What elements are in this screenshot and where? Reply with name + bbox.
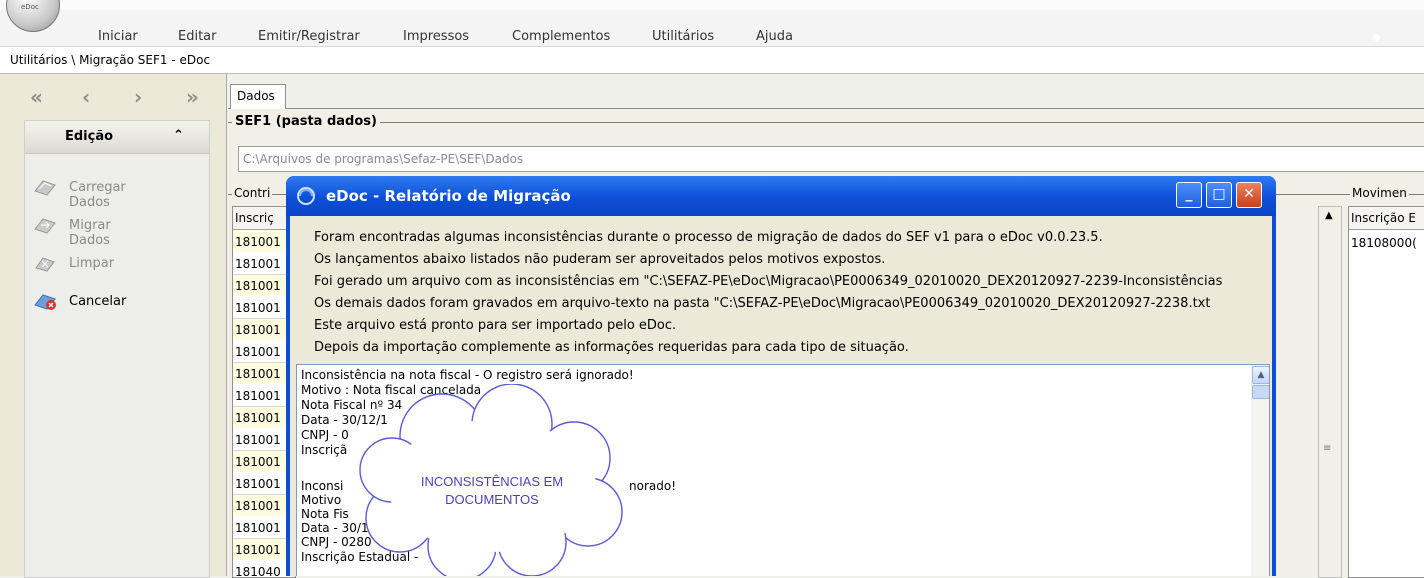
- last-record-icon[interactable]: »: [186, 87, 208, 107]
- clear-icon: [35, 257, 55, 272]
- movimento-grid[interactable]: Inscrição E 18108000(: [1348, 206, 1424, 578]
- table-cell: 181001: [235, 389, 281, 403]
- table-cell: 181001: [235, 543, 281, 557]
- menu-impressos[interactable]: Impressos: [403, 29, 469, 44]
- breadcrumb-bar: Utilitários \ Migração SEF1 - eDoc: [0, 47, 1424, 74]
- menu-emitir-registrar[interactable]: Emitir/Registrar: [258, 29, 360, 44]
- sef-path-input[interactable]: C:\Arquivos de programas\Sefaz-PE\SEF\Da…: [238, 146, 1424, 172]
- edoc-app-icon: [297, 187, 315, 205]
- table-cell: 181001: [235, 301, 281, 315]
- callout-line-2: DOCUMENTOS: [445, 492, 539, 507]
- table-cell: 181001: [235, 235, 281, 249]
- log-line: Inconsi: [301, 479, 344, 493]
- log-line: CNPJ - 0: [301, 428, 349, 442]
- menu-complementos[interactable]: Complementos: [512, 29, 610, 44]
- table-cell: 181040: [235, 565, 281, 578]
- load-data-icon: [34, 180, 56, 196]
- mov-group-legend: Movimen: [1350, 186, 1409, 200]
- status-dot-icon: [1373, 34, 1380, 41]
- menu-utilitarios[interactable]: Utilitários: [652, 29, 714, 44]
- edicao-panel: Edição ⌃ Carregar Dados Migrar Dados Lim…: [24, 120, 210, 578]
- minimize-icon[interactable]: _: [1176, 182, 1202, 208]
- sef-group-border: [228, 122, 1424, 123]
- orb-label: eDoc: [21, 3, 39, 11]
- log-line: Motivo: [301, 493, 342, 507]
- menu-bar: eDoc Iniciar Editar Emitir/Registrar Imp…: [0, 0, 1424, 47]
- message-line: Foi gerado um arquivo com as inconsistên…: [314, 274, 1223, 289]
- app-orb-button[interactable]: eDoc: [6, 0, 60, 32]
- grid-column-header[interactable]: Inscrição E: [1349, 207, 1424, 230]
- table-cell: 181001: [235, 367, 281, 381]
- carregar-dados-label: Carregar Dados: [69, 180, 126, 210]
- table-cell: 181001: [235, 433, 281, 447]
- table-cell: 181001: [235, 345, 281, 359]
- first-record-icon[interactable]: «: [30, 87, 52, 107]
- table-cell: 181001: [235, 257, 281, 271]
- table-cell: 181001: [235, 455, 281, 469]
- table-cell: 181001: [235, 279, 281, 293]
- panel-header[interactable]: Edição ⌃: [25, 121, 209, 154]
- sef-group-legend: SEF1 (pasta dados): [232, 114, 380, 129]
- dialog-title: eDoc - Relatório de Migração: [326, 187, 571, 205]
- panel-title: Edição: [65, 129, 114, 144]
- message-line: Foram encontradas algumas inconsistência…: [314, 230, 1103, 245]
- menu-ajuda[interactable]: Ajuda: [756, 29, 793, 44]
- table-cell: 181001: [235, 521, 281, 535]
- log-line: Inscriçã: [301, 443, 348, 457]
- menu-editar[interactable]: Editar: [178, 29, 217, 44]
- log-line: Inconsistência na nota fiscal - O regist…: [301, 368, 634, 382]
- table-cell[interactable]: 18108000(: [1351, 236, 1417, 250]
- nav-strip: « ‹ › »: [0, 74, 226, 118]
- table-cell: 181001: [235, 499, 281, 513]
- cancelar-label: Cancelar: [69, 294, 127, 309]
- table-cell: 181001: [235, 477, 281, 491]
- scroll-grip-icon[interactable]: ≡: [1323, 443, 1331, 454]
- log-line-fragment: norado!: [629, 479, 677, 493]
- tab-dados[interactable]: Dados: [230, 84, 286, 109]
- grid-column-header-label: Inscrição E: [1351, 211, 1416, 225]
- sidebar: « ‹ › » Edição ⌃ Carregar Dados Migrar D…: [0, 74, 227, 578]
- tab-dados-label: Dados: [237, 89, 275, 103]
- scroll-up-icon[interactable]: ▲: [1252, 366, 1269, 384]
- message-line: Os demais dados foram gravados em arquiv…: [314, 296, 1211, 311]
- log-scrollbar[interactable]: ▲: [1251, 365, 1269, 576]
- scroll-thumb[interactable]: [1252, 385, 1269, 399]
- dialog-titlebar[interactable]: eDoc - Relatório de Migração _ □ ✕: [286, 176, 1276, 216]
- maximize-icon[interactable]: □: [1206, 182, 1232, 208]
- table-cell: 181001: [235, 411, 281, 425]
- menu-iniciar[interactable]: Iniciar: [98, 29, 138, 44]
- cancel-icon: [34, 294, 56, 310]
- limpar-label: Limpar: [69, 256, 115, 271]
- message-line: Os lançamentos abaixo listados não puder…: [314, 252, 886, 267]
- sef-path-value: C:\Arquivos de programas\Sefaz-PE\SEF\Da…: [243, 152, 524, 166]
- next-record-icon[interactable]: ›: [134, 87, 156, 107]
- cloud-callout: INCONSISTÊNCIAS EM DOCUMENTOS: [359, 384, 623, 576]
- close-icon[interactable]: ✕: [1236, 182, 1262, 208]
- contrib-group-legend: Contri: [232, 186, 273, 200]
- previous-record-icon[interactable]: ‹: [82, 87, 104, 107]
- collapse-chevron-icon[interactable]: ⌃: [173, 128, 184, 143]
- log-line: Nota Fis: [301, 507, 349, 521]
- callout-line-1: INCONSISTÊNCIAS EM: [421, 474, 563, 489]
- table-cell: 181001: [235, 323, 281, 337]
- migrar-dados-label: Migrar Dados: [69, 218, 111, 248]
- migrate-data-icon: [34, 218, 56, 234]
- grid-scrollbar[interactable]: ▲ ≡: [1318, 206, 1342, 578]
- message-line: Este arquivo está pronto para ser import…: [314, 318, 677, 333]
- grid-column-header-label: Inscriç: [235, 211, 274, 225]
- breadcrumb: Utilitários \ Migração SEF1 - eDoc: [10, 53, 211, 67]
- message-line: Depois da importação complemente as info…: [314, 340, 909, 355]
- scroll-up-icon[interactable]: ▲: [1325, 210, 1333, 221]
